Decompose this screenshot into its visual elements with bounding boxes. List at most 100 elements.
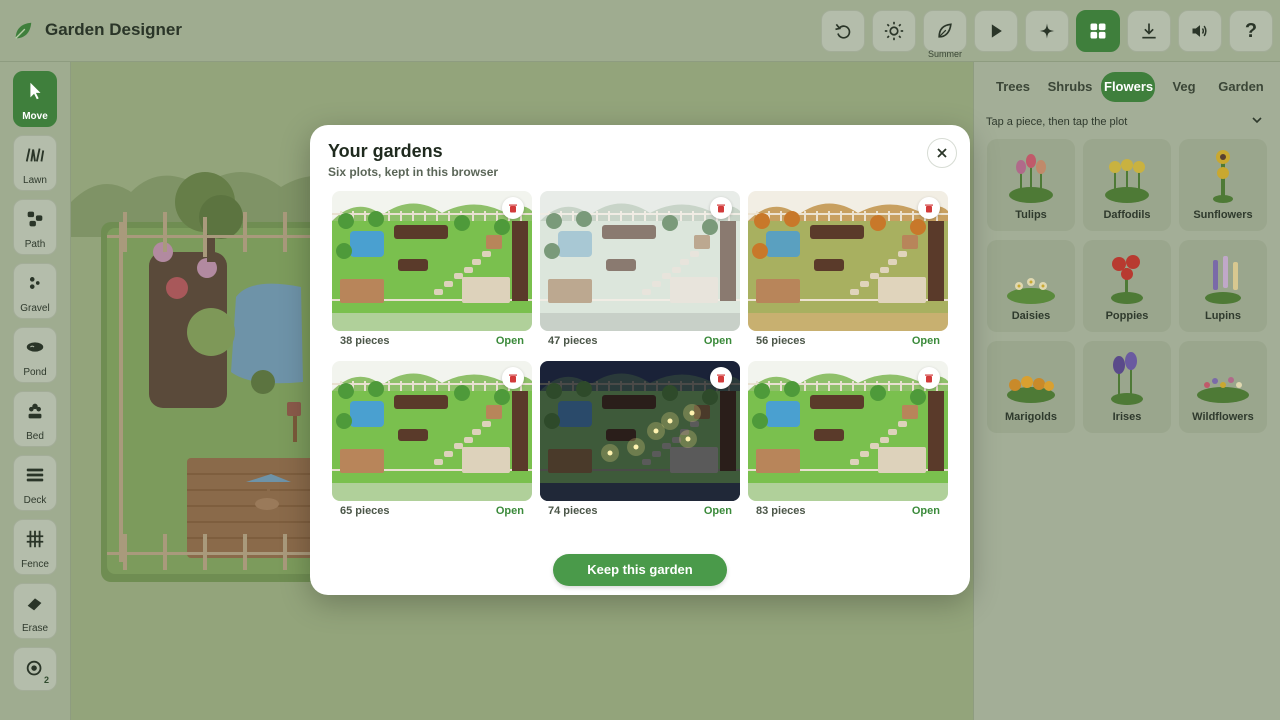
stepping-stones-icon xyxy=(27,211,43,227)
piece-wildflowers[interactable]: Wildflowers xyxy=(1179,341,1267,433)
open-link[interactable]: Open xyxy=(704,505,732,517)
garden-card[interactable]: 65 pieces Open xyxy=(332,361,532,523)
piece-tulips[interactable]: Tulips xyxy=(987,139,1075,231)
tab-shrubs[interactable]: Shrubs xyxy=(1046,72,1094,102)
tab-flowers[interactable]: Flowers xyxy=(1101,72,1155,102)
piece-label: Marigolds xyxy=(1005,411,1057,423)
app-title: Garden Designer xyxy=(45,20,182,39)
piece-label: Tulips xyxy=(1015,209,1047,221)
help-icon: ? xyxy=(1244,19,1258,42)
tool-deck[interactable]: Deck xyxy=(13,455,57,511)
poppies-icon xyxy=(1111,255,1143,304)
delete-button[interactable] xyxy=(918,367,940,389)
daylight-button[interactable] xyxy=(872,10,916,52)
open-link[interactable]: Open xyxy=(496,505,524,517)
sparkle-icon xyxy=(1039,23,1055,39)
delete-button[interactable] xyxy=(502,367,524,389)
trash-icon xyxy=(925,204,933,213)
tool-label: Pond xyxy=(23,367,47,378)
gallery-button[interactable] xyxy=(1076,10,1120,52)
piece-label: Lupins xyxy=(1204,310,1242,322)
tool-bed[interactable]: Bed xyxy=(13,391,57,447)
fence-icon xyxy=(26,530,44,548)
sound-button[interactable] xyxy=(1178,10,1222,52)
panel-hint: Tap a piece, then tap the plot xyxy=(986,116,1128,128)
open-link[interactable]: Open xyxy=(704,335,732,347)
tool-gravel[interactable]: Gravel xyxy=(13,263,57,319)
piece-marigolds[interactable]: Marigolds xyxy=(987,341,1075,433)
piece-count: 56 pieces xyxy=(756,335,806,347)
wildflowers-icon xyxy=(1197,377,1249,403)
pond-icon xyxy=(26,342,44,352)
piece-sunflowers[interactable]: Sunflowers xyxy=(1179,139,1267,231)
help-button[interactable]: ? xyxy=(1229,10,1273,52)
tool-label: Gravel xyxy=(20,303,50,314)
delete-button[interactable] xyxy=(502,197,524,219)
tab-garden[interactable]: Garden xyxy=(1216,72,1266,102)
tool-label: Erase xyxy=(21,623,49,634)
eraser-icon xyxy=(27,598,42,611)
lupins-icon xyxy=(1205,256,1241,304)
tool-fence[interactable]: Fence xyxy=(13,519,57,575)
sunflowers-icon xyxy=(1213,150,1233,203)
tool-pond[interactable]: Pond xyxy=(13,327,57,383)
delete-button[interactable] xyxy=(710,197,732,219)
cursor-icon xyxy=(30,82,41,100)
open-link[interactable]: Open xyxy=(496,335,524,347)
tool-label: Move xyxy=(22,111,48,122)
undo-button[interactable] xyxy=(821,10,865,52)
tool-label: Deck xyxy=(23,495,47,506)
tool-target[interactable]: 2 xyxy=(13,647,57,691)
piece-poppies[interactable]: Poppies xyxy=(1083,240,1171,332)
marigolds-icon xyxy=(1007,376,1055,403)
tab-trees[interactable]: Trees xyxy=(996,72,1030,102)
open-link[interactable]: Open xyxy=(912,335,940,347)
gardens-dialog: Your gardens Six plots, kept in this bro… xyxy=(310,125,970,595)
piece-irises[interactable]: Irises xyxy=(1083,341,1171,433)
download-button[interactable] xyxy=(1127,10,1171,52)
delete-button[interactable] xyxy=(710,367,732,389)
play-icon xyxy=(991,24,1002,38)
garden-card[interactable]: 38 pieces Open xyxy=(332,191,532,353)
piece-label: Daffodils xyxy=(1103,209,1151,221)
tool-label: Lawn xyxy=(23,175,47,186)
app-header: Garden Designer Summer ? xyxy=(0,0,1280,62)
garden-card[interactable]: 83 pieces Open xyxy=(748,361,948,523)
garden-card[interactable]: 74 pieces Open xyxy=(540,361,740,523)
tool-erase[interactable]: Erase xyxy=(13,583,57,639)
daffodils-icon xyxy=(1105,159,1149,203)
tab-veg[interactable]: Veg xyxy=(1170,72,1198,102)
piece-count: 47 pieces xyxy=(548,335,598,347)
garden-card[interactable]: 56 pieces Open xyxy=(748,191,948,353)
grass-icon xyxy=(25,148,45,162)
piece-daisies[interactable]: Daisies xyxy=(987,240,1075,332)
trash-icon xyxy=(509,374,517,383)
trash-icon xyxy=(509,204,517,213)
keep-garden-button[interactable]: Keep this garden xyxy=(553,554,727,586)
piece-daffodils[interactable]: Daffodils xyxy=(1083,139,1171,231)
tool-lawn[interactable]: Lawn xyxy=(13,135,57,191)
speaker-icon xyxy=(1192,25,1207,37)
open-link[interactable]: Open xyxy=(912,505,940,517)
category-tabs: Trees Shrubs Flowers Veg Garden xyxy=(974,72,1280,102)
piece-count: 38 pieces xyxy=(340,335,390,347)
delete-button[interactable] xyxy=(918,197,940,219)
season-button[interactable] xyxy=(923,10,967,52)
grid-icon xyxy=(1090,23,1106,39)
tool-label: Bed xyxy=(26,431,44,442)
garden-card[interactable]: 47 pieces Open xyxy=(540,191,740,353)
flower-bed-icon xyxy=(28,403,42,419)
piece-lupins[interactable]: Lupins xyxy=(1179,240,1267,332)
chevron-down-icon[interactable] xyxy=(1250,113,1264,127)
download-icon xyxy=(1142,23,1156,39)
tool-path[interactable]: Path xyxy=(13,199,57,255)
dialog-subtitle: Six plots, kept in this browser xyxy=(328,165,499,179)
tool-label: Fence xyxy=(21,559,49,570)
leaf-logo-icon xyxy=(15,22,32,39)
close-button[interactable] xyxy=(927,138,957,168)
trash-icon xyxy=(717,204,725,213)
play-button[interactable] xyxy=(974,10,1018,52)
tool-move[interactable]: Move xyxy=(13,71,57,127)
season-label: Summer xyxy=(927,49,962,59)
sparkle-button[interactable] xyxy=(1025,10,1069,52)
